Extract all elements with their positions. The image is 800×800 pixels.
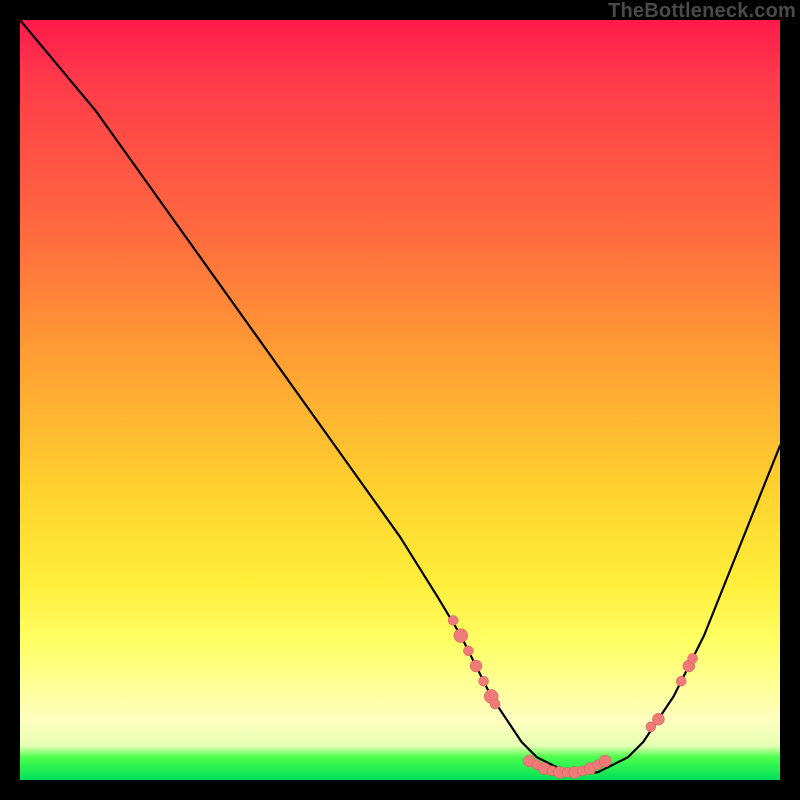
chart-points <box>448 615 697 778</box>
chart-point <box>463 646 473 656</box>
chart-point <box>688 653 698 663</box>
chart-svg <box>20 20 780 780</box>
chart-point <box>448 615 458 625</box>
chart-point <box>490 699 500 709</box>
chart-frame <box>20 20 780 780</box>
chart-point <box>676 676 686 686</box>
chart-point <box>470 660 482 672</box>
chart-point <box>454 629 468 643</box>
chart-point <box>479 676 489 686</box>
chart-point <box>599 755 611 767</box>
chart-point <box>652 713 664 725</box>
bottleneck-curve <box>20 20 780 772</box>
